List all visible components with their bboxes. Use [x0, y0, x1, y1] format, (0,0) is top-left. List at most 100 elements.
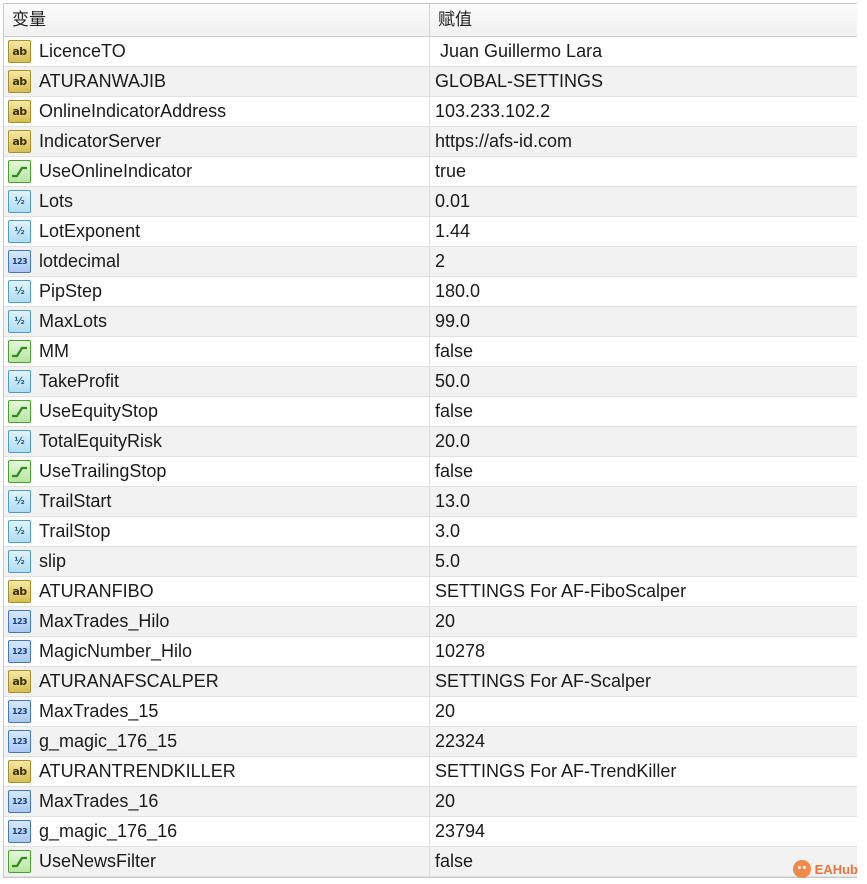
- variable-name: ATURANWAJIB: [39, 71, 167, 91]
- string-type-icon: ab: [8, 40, 31, 63]
- variable-name: PipStep: [39, 281, 103, 301]
- value-cell[interactable]: 20: [430, 607, 857, 636]
- variable-cell: ½ TrailStop: [4, 517, 430, 546]
- value-cell[interactable]: 5.0: [430, 547, 857, 576]
- variable-cell: 123 MaxTrades_15: [4, 697, 430, 726]
- variable-cell: ½ TotalEquityRisk: [4, 427, 430, 456]
- table-row[interactable]: 123 MaxTrades_15 20: [4, 697, 857, 727]
- value-cell[interactable]: 1.44: [430, 217, 857, 246]
- variable-name: TakeProfit: [39, 371, 120, 391]
- value-cell[interactable]: SETTINGS For AF-FiboScalper: [430, 577, 857, 606]
- table-row[interactable]: 123 g_magic_176_16 23794: [4, 817, 857, 847]
- column-header-variable[interactable]: 变量: [4, 4, 430, 36]
- table-row[interactable]: ½ Lots 0.01: [4, 187, 857, 217]
- variable-cell: ½ LotExponent: [4, 217, 430, 246]
- value-cell[interactable]: 20: [430, 697, 857, 726]
- watermark-text: EAHub: [814, 861, 858, 877]
- table-row[interactable]: UseOnlineIndicator true: [4, 157, 857, 187]
- double-type-icon: ½: [8, 310, 31, 333]
- value-cell[interactable]: false: [430, 337, 857, 366]
- string-type-icon: ab: [8, 760, 31, 783]
- variable-name: TotalEquityRisk: [39, 431, 163, 451]
- variable-cell: 123 g_magic_176_16: [4, 817, 430, 846]
- table-row[interactable]: 123 g_magic_176_15 22324: [4, 727, 857, 757]
- bool-type-icon: [8, 160, 31, 183]
- value-cell[interactable]: SETTINGS For AF-TrendKiller: [430, 757, 857, 786]
- table-row[interactable]: ab ATURANAFSCALPER SETTINGS For AF-Scalper: [4, 667, 857, 697]
- table-row[interactable]: ½ TrailStart 13.0: [4, 487, 857, 517]
- value-cell[interactable]: 10278: [430, 637, 857, 666]
- variable-cell: ½ slip: [4, 547, 430, 576]
- variable-cell: ab LicenceTO: [4, 37, 430, 66]
- table-row[interactable]: MM false: [4, 337, 857, 367]
- variable-cell: 123 MaxTrades_16: [4, 787, 430, 816]
- table-row[interactable]: ½ TotalEquityRisk 20.0: [4, 427, 857, 457]
- value-cell[interactable]: 22324: [430, 727, 857, 756]
- double-type-icon: ½: [8, 190, 31, 213]
- integer-type-icon: 123: [8, 250, 31, 273]
- value-cell[interactable]: 20.0: [430, 427, 857, 456]
- value-cell[interactable]: false: [430, 457, 857, 486]
- string-type-icon: ab: [8, 70, 31, 93]
- value-cell[interactable]: 3.0: [430, 517, 857, 546]
- variable-cell: ab ATURANWAJIB: [4, 67, 430, 96]
- variable-cell: ½ TakeProfit: [4, 367, 430, 396]
- value-cell[interactable]: true: [430, 157, 857, 186]
- table-row[interactable]: ab ATURANFIBO SETTINGS For AF-FiboScalper: [4, 577, 857, 607]
- table-row[interactable]: ½ PipStep 180.0: [4, 277, 857, 307]
- value-cell[interactable]: 13.0: [430, 487, 857, 516]
- table-row[interactable]: ½ MaxLots 99.0: [4, 307, 857, 337]
- variable-name: g_magic_176_16: [39, 821, 178, 841]
- variable-cell: UseOnlineIndicator: [4, 157, 430, 186]
- table-row[interactable]: UseTrailingStop false: [4, 457, 857, 487]
- variable-name: IndicatorServer: [39, 131, 162, 151]
- table-row[interactable]: 123 MaxTrades_16 20: [4, 787, 857, 817]
- value-cell[interactable]: 0.01: [430, 187, 857, 216]
- value-cell[interactable]: 50.0: [430, 367, 857, 396]
- table-row[interactable]: ab IndicatorServer https://afs-id.com: [4, 127, 857, 157]
- table-row[interactable]: 123 lotdecimal 2: [4, 247, 857, 277]
- value-cell[interactable]: Juan Guillermo Lara: [430, 37, 857, 66]
- variable-cell: 123 MaxTrades_Hilo: [4, 607, 430, 636]
- value-cell[interactable]: GLOBAL-SETTINGS: [430, 67, 857, 96]
- value-cell[interactable]: 20: [430, 787, 857, 816]
- double-type-icon: ½: [8, 220, 31, 243]
- string-type-icon: ab: [8, 100, 31, 123]
- value-cell[interactable]: SETTINGS For AF-Scalper: [430, 667, 857, 696]
- variable-cell: ½ MaxLots: [4, 307, 430, 336]
- variable-name: g_magic_176_15: [39, 731, 178, 751]
- variable-name: MM: [39, 341, 69, 361]
- double-type-icon: ½: [8, 280, 31, 303]
- bool-type-icon: [8, 340, 31, 363]
- double-type-icon: ½: [8, 490, 31, 513]
- table-row[interactable]: ½ LotExponent 1.44: [4, 217, 857, 247]
- table-row[interactable]: ½ TrailStop 3.0: [4, 517, 857, 547]
- table-row[interactable]: ½ slip 5.0: [4, 547, 857, 577]
- column-header-value[interactable]: 赋值: [430, 4, 857, 36]
- variable-cell: ½ PipStep: [4, 277, 430, 306]
- value-cell[interactable]: 103.233.102.2: [430, 97, 857, 126]
- table-row[interactable]: ab OnlineIndicatorAddress 103.233.102.2: [4, 97, 857, 127]
- double-type-icon: ½: [8, 370, 31, 393]
- table-row[interactable]: 123 MaxTrades_Hilo 20: [4, 607, 857, 637]
- variable-name: UseEquityStop: [39, 401, 159, 421]
- table-row[interactable]: 123 MagicNumber_Hilo 10278: [4, 637, 857, 667]
- value-cell[interactable]: 180.0: [430, 277, 857, 306]
- variable-cell: ½ Lots: [4, 187, 430, 216]
- table-row[interactable]: ½ TakeProfit 50.0: [4, 367, 857, 397]
- table-row[interactable]: UseNewsFilter false: [4, 847, 857, 877]
- value-cell[interactable]: false: [430, 397, 857, 426]
- variable-name: TrailStart: [39, 491, 112, 511]
- value-cell[interactable]: 23794: [430, 817, 857, 846]
- variable-name: ATURANAFSCALPER: [39, 671, 219, 691]
- variable-cell: ab ATURANFIBO: [4, 577, 430, 606]
- value-cell[interactable]: 99.0: [430, 307, 857, 336]
- value-cell[interactable]: https://afs-id.com: [430, 127, 857, 156]
- eahub-logo-icon: [792, 860, 811, 878]
- table-row[interactable]: ab ATURANTRENDKILLER SETTINGS For AF-Trend…: [4, 757, 857, 787]
- table-row[interactable]: ab ATURANWAJIB GLOBAL-SETTINGS: [4, 67, 857, 97]
- table-row[interactable]: ab LicenceTO Juan Guillermo Lara: [4, 37, 857, 67]
- variable-name: MaxTrades_15: [39, 701, 159, 721]
- value-cell[interactable]: 2: [430, 247, 857, 276]
- table-row[interactable]: UseEquityStop false: [4, 397, 857, 427]
